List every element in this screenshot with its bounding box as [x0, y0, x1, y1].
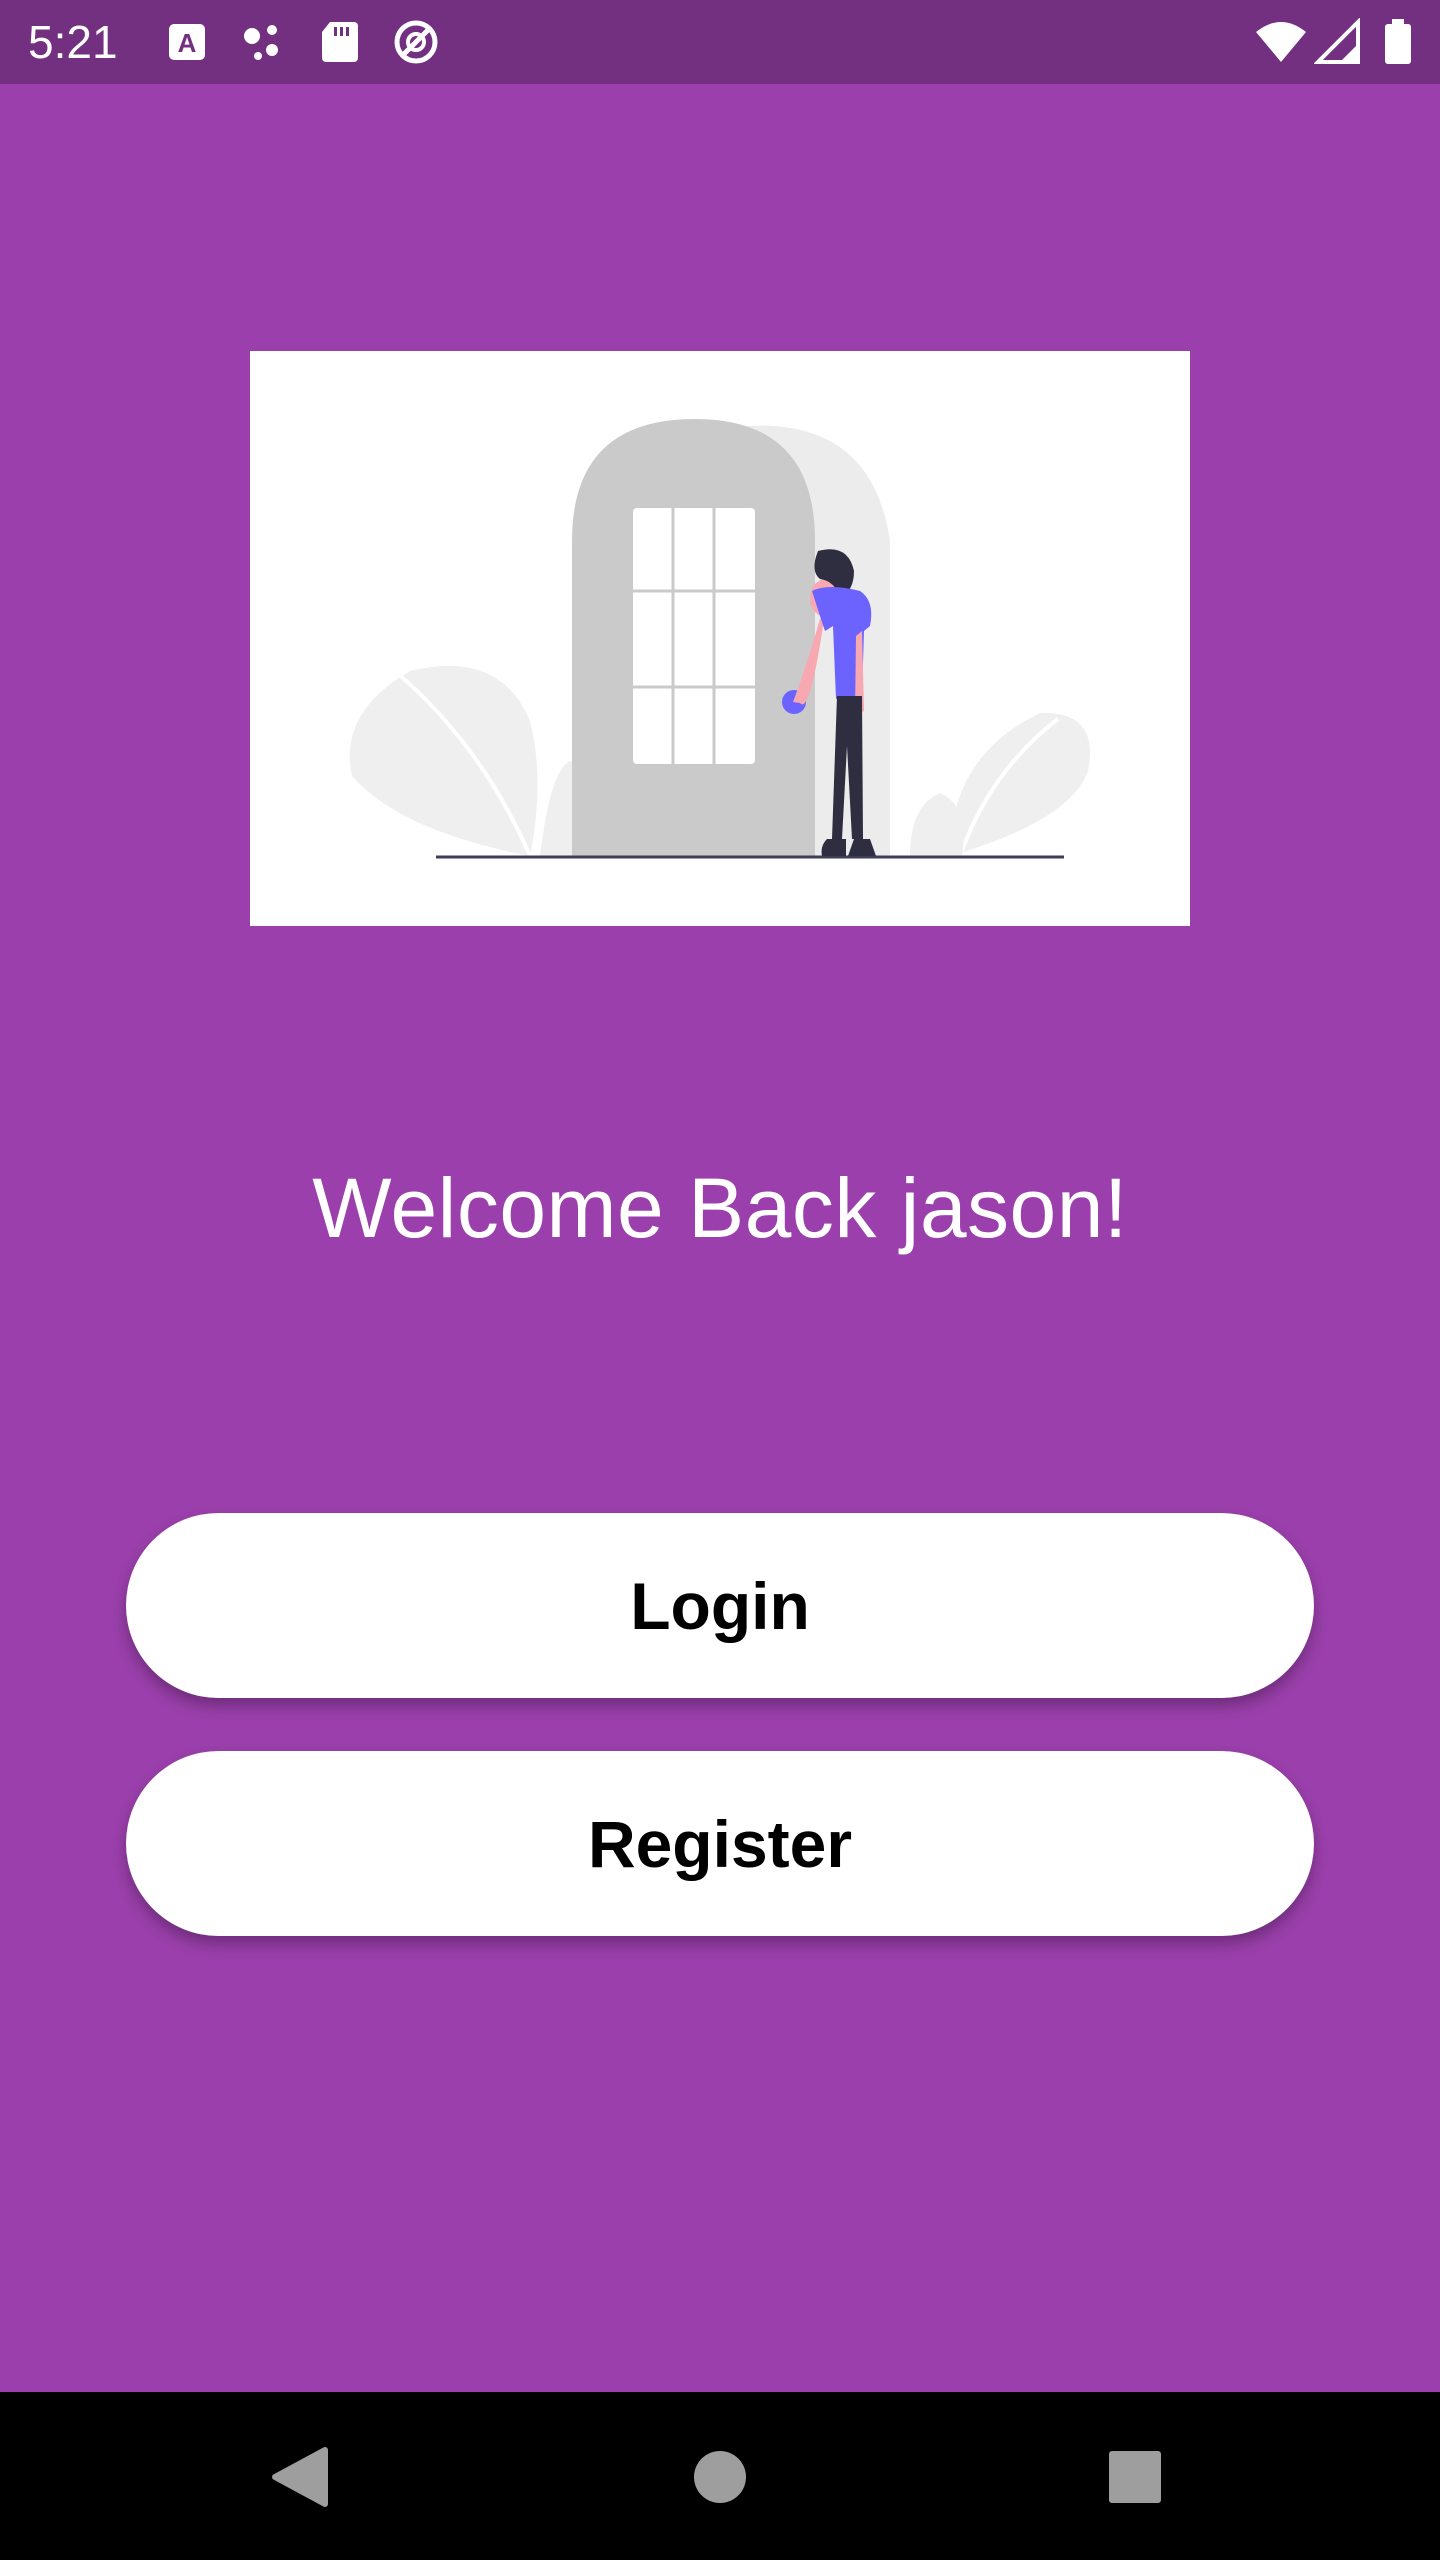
person-opening-door-illustration [349, 419, 1090, 859]
back-icon[interactable] [247, 2422, 357, 2532]
sd-card-icon [322, 22, 358, 62]
register-button[interactable]: Register [126, 1751, 1314, 1936]
wifi-icon [1256, 22, 1306, 62]
status-time: 5:21 [28, 16, 118, 68]
status-bar: 5:21 A [0, 0, 1440, 84]
welcome-message: Welcome Back jason! [312, 1161, 1128, 1255]
login-button[interactable]: Login [126, 1513, 1314, 1698]
recents-icon[interactable] [1080, 2422, 1190, 2532]
hero-image [250, 351, 1190, 926]
svg-text:A: A [178, 28, 197, 58]
navigation-bar [0, 2392, 1440, 2560]
battery-icon [1385, 19, 1411, 64]
home-icon[interactable] [665, 2422, 775, 2532]
cellular-signal-icon [1314, 18, 1360, 64]
notification-dots-icon [244, 25, 278, 60]
font-app-icon: A [169, 24, 205, 60]
data-saver-icon [394, 20, 438, 64]
